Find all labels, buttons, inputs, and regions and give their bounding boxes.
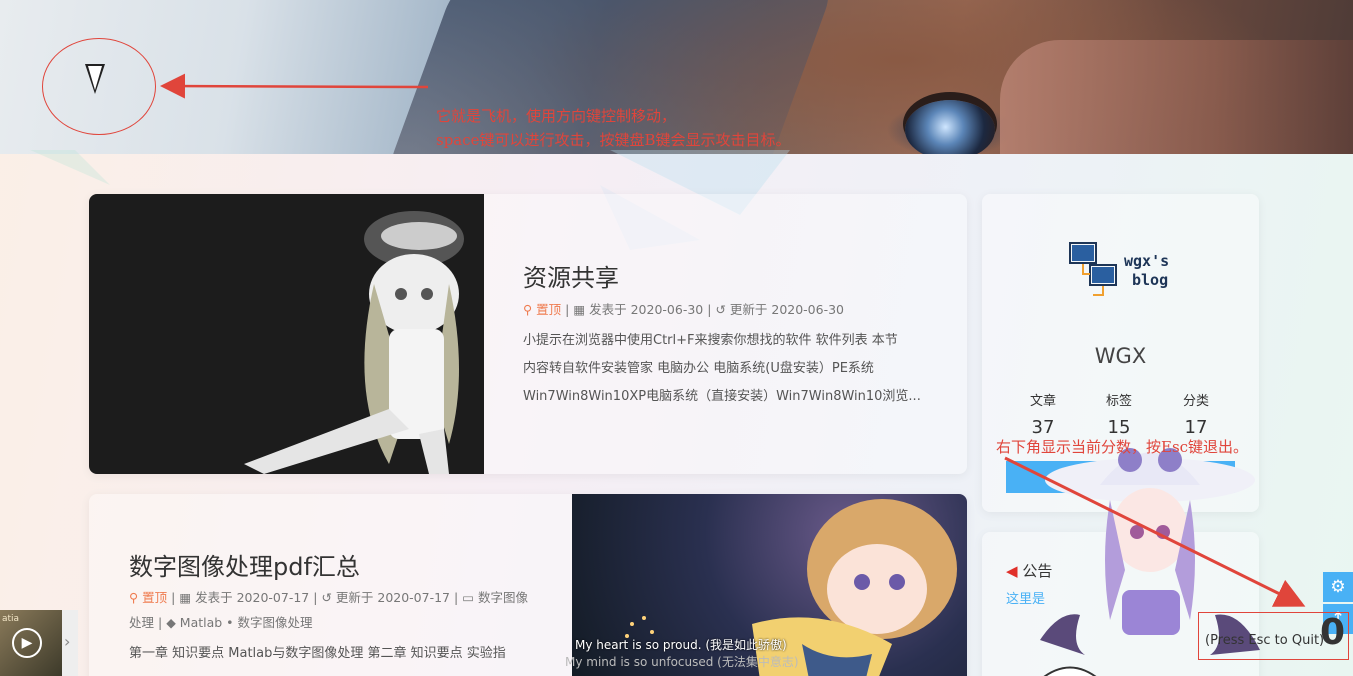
stat-value: 17 bbox=[1184, 417, 1208, 438]
history-icon: ↺ bbox=[715, 302, 726, 317]
quit-hint: (Press Esc to Quit) bbox=[1205, 633, 1325, 648]
logo-text-2: blog bbox=[1132, 271, 1168, 289]
stat-label: 分类 bbox=[1182, 394, 1209, 409]
stat-value: 37 bbox=[1031, 417, 1055, 438]
post-card-image-processing[interactable]: 数字图像处理pdf汇总 ⚲ 置顶 | ▦ 发表于 2020-07-17 | ↺ … bbox=[89, 494, 967, 676]
pin-icon: ⚲ bbox=[129, 590, 139, 605]
stat-tags[interactable]: 标签 15 bbox=[1089, 390, 1149, 438]
post-title[interactable]: 资源共享 bbox=[523, 258, 619, 293]
tag-icon: ◆ bbox=[166, 615, 176, 630]
post-date: 发表于 2020-06-30 bbox=[589, 302, 704, 317]
gear-icon[interactable]: ⚙ bbox=[1323, 572, 1353, 602]
post-updated: 更新于 2020-07-17 bbox=[335, 590, 451, 605]
stat-articles[interactable]: 文章 37 bbox=[1013, 390, 1073, 438]
folder-open-icon: ▭ bbox=[462, 590, 474, 605]
cover-text: atia bbox=[2, 614, 20, 624]
megaphone-icon: ◀ bbox=[1006, 562, 1018, 580]
logo-text-1: wgx's bbox=[1124, 252, 1169, 270]
history-icon: ↺ bbox=[321, 590, 332, 605]
stat-label: 标签 bbox=[1105, 394, 1132, 409]
annotation-ship-line2: space键可以进行攻击，按键盘B键会显示攻击目标。 bbox=[436, 131, 791, 149]
post-meta: ⚲ 置顶 | ▦ 发表于 2020-06-30 | ↺ 更新于 2020-06-… bbox=[523, 302, 845, 317]
post-excerpt: 第一章 知识要点 Matlab与数字图像处理 第二章 知识要点 实验指 bbox=[129, 640, 506, 668]
post-title[interactable]: 数字图像处理pdf汇总 bbox=[129, 547, 360, 582]
excerpt-line: 内容转自软件安装管家 电脑办公 电脑系统(U盘安装）PE系统 bbox=[523, 361, 874, 376]
tag-links[interactable]: Matlab • 数字图像处理 bbox=[180, 615, 313, 630]
calendar-icon: ▦ bbox=[179, 590, 192, 605]
blog-logo: wgx's blog bbox=[1069, 242, 1169, 296]
category-link-cont[interactable]: 处理 bbox=[129, 615, 154, 630]
stat-label: 文章 bbox=[1029, 394, 1056, 409]
author-name: WGX bbox=[1094, 344, 1147, 368]
post-excerpt: 小提示在浏览器中使用Ctrl+F来搜索你想找的软件 软件列表 本节 内容转自软件… bbox=[523, 327, 921, 411]
calendar-icon: ▦ bbox=[573, 302, 586, 317]
anime-girl-illustration bbox=[244, 211, 464, 474]
post-meta: ⚲ 置顶 | ▦ 发表于 2020-07-17 | ↺ 更新于 2020-07-… bbox=[129, 590, 528, 630]
excerpt-line: 小提示在浏览器中使用Ctrl+F来搜索你想找的软件 软件列表 本节 bbox=[523, 333, 898, 348]
stat-categories[interactable]: 分类 17 bbox=[1166, 390, 1226, 438]
stat-value: 15 bbox=[1107, 417, 1131, 438]
pinned-label: 置顶 bbox=[536, 302, 562, 317]
player-ship-icon bbox=[85, 64, 105, 94]
pinned-label: 置顶 bbox=[142, 590, 168, 605]
post-card-resource[interactable]: 资源共享 ⚲ 置顶 | ▦ 发表于 2020-06-30 | ↺ 更新于 202… bbox=[89, 194, 967, 474]
game-score: 0 bbox=[1320, 612, 1346, 653]
category-link[interactable]: 数字图像 bbox=[478, 590, 528, 605]
lyric-current: My heart is so proud. (我是如此骄傲) bbox=[575, 638, 787, 652]
chevron-right-icon[interactable]: › bbox=[64, 632, 70, 651]
excerpt-line: Win7Win8Win10XP电脑系统（直接安装）Win7Win8Win10浏览… bbox=[523, 389, 921, 404]
annotation-score: 右下角显示当前分数，按Esc键退出。 bbox=[996, 438, 1249, 456]
music-player[interactable]: atia ▶ › bbox=[0, 610, 78, 676]
post-date: 发表于 2020-07-17 bbox=[195, 590, 310, 605]
pin-icon: ⚲ bbox=[523, 302, 533, 317]
excerpt-line: 第一章 知识要点 Matlab与数字图像处理 第二章 知识要点 实验指 bbox=[129, 646, 506, 661]
play-icon[interactable]: ▶ bbox=[12, 628, 42, 658]
lyric-next: My mind is so unfocused (无法集中意志) bbox=[565, 655, 799, 669]
post-thumbnail-resource[interactable] bbox=[89, 194, 484, 474]
post-updated: 更新于 2020-06-30 bbox=[729, 302, 845, 317]
annotation-ship-line1: 它就是飞机，使用方向键控制移动， bbox=[436, 107, 677, 125]
